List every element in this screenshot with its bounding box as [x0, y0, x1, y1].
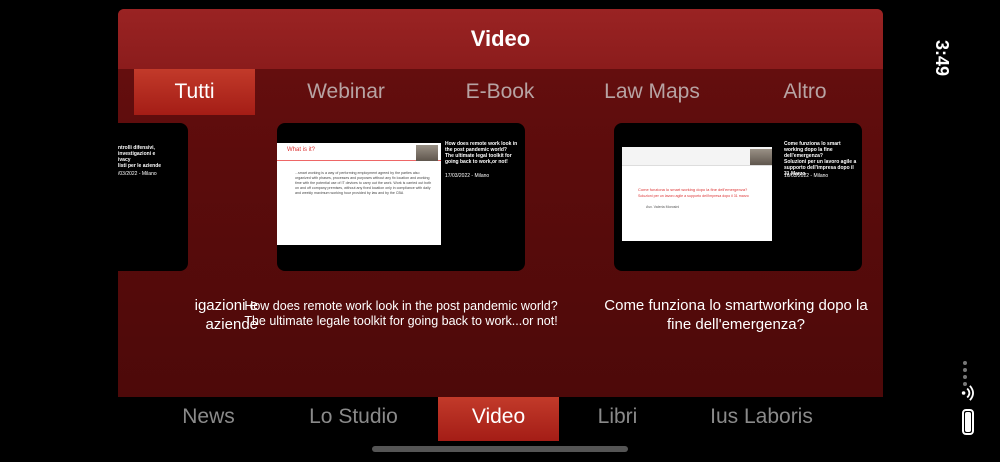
thumb-meta: ntrolli difensivi, investigazioni e ivac… — [118, 145, 162, 169]
video-card[interactable]: Come funziona lo smart working dopo la f… — [614, 123, 862, 271]
video-card[interactable]: ntrolli difensivi, investigazioni e ivac… — [118, 123, 188, 271]
nav-news[interactable]: News — [166, 397, 251, 441]
nav-libri[interactable]: Libri — [580, 397, 655, 441]
wifi-icon — [961, 385, 974, 401]
nav-ius-laboris[interactable]: Ius Laboris — [694, 397, 829, 441]
slide-author: Avv. Valeria Morosini — [646, 205, 680, 209]
home-indicator[interactable] — [372, 446, 628, 452]
thumb-date: /03/2022 - Milano — [118, 171, 157, 177]
video-thumbnail: Come funziona lo smart working dopo la f… — [622, 147, 772, 241]
tab-law-maps[interactable]: Law Maps — [592, 69, 712, 115]
video-caption[interactable]: How does remote work look in the post pa… — [236, 299, 566, 329]
tab-webinar[interactable]: Webinar — [286, 69, 406, 115]
thumb-meta: Come funziona lo smart working dopo la f… — [784, 141, 857, 177]
bottom-navigation: News Lo Studio Video Libri Ius Laboris — [118, 397, 883, 441]
status-time: 3:49 — [932, 40, 952, 77]
thumb-date: 16/03/2022 - Milano — [784, 173, 829, 179]
video-card[interactable]: What is it? ...smart working is a way of… — [277, 123, 525, 271]
speaker-video-icon — [750, 149, 772, 165]
slide-title: Come funziona lo smart working dopo la f… — [638, 187, 748, 192]
slide-subtitle: Soluzioni per un lavoro agile a supporto… — [638, 194, 749, 198]
video-screen: Video Tutti Webinar E-Book Law Maps Altr… — [118, 9, 883, 397]
tab-tutti[interactable]: Tutti — [134, 69, 255, 115]
video-caption[interactable]: Come funziona lo smartworking dopo la fi… — [590, 296, 882, 334]
nav-lo-studio[interactable]: Lo Studio — [296, 397, 411, 441]
slide-title: What is it? — [287, 147, 316, 153]
video-thumbnail: What is it? ...smart working is a way of… — [277, 143, 441, 245]
page-title: Video — [118, 9, 883, 69]
slide-text: ...smart working is a way of performing … — [295, 171, 432, 195]
category-tabs: Tutti Webinar E-Book Law Maps Altro — [118, 69, 883, 115]
thumb-meta: How does remote work look in the post pa… — [445, 141, 518, 165]
nav-video[interactable]: Video — [438, 397, 559, 441]
battery-icon — [962, 409, 974, 435]
thumb-date: 17/03/2022 - Milano — [445, 173, 490, 179]
speaker-video-icon — [416, 145, 438, 161]
tab-ebook[interactable]: E-Book — [440, 69, 560, 115]
tab-altro[interactable]: Altro — [745, 69, 865, 115]
